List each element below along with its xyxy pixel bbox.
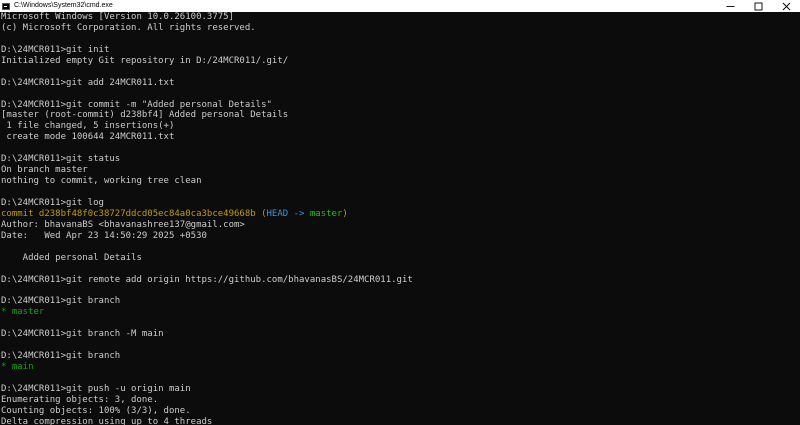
- console-line: D:\24MCR011>git commit -m "Added persona…: [1, 99, 272, 110]
- close-icon: [782, 2, 790, 10]
- console-line: Added personal Details: [1, 252, 142, 263]
- console-line: D:\24MCR011>git branch: [1, 296, 121, 307]
- console-line: create mode 100644 24MCR011.txt: [1, 132, 175, 143]
- console-line: D:\24MCR011>git push -u origin main: [1, 383, 191, 394]
- console-line: 1 file changed, 5 insertions(+): [1, 121, 175, 132]
- console-line: D:\24MCR011>git status: [1, 154, 121, 165]
- maximize-button[interactable]: [744, 0, 772, 12]
- console-line: (c) Microsoft Corporation. All rights re…: [1, 22, 256, 33]
- console-line: Counting objects: 100% (3/3), done.: [1, 405, 191, 416]
- maximize-icon: [754, 2, 762, 10]
- console-line: * main: [1, 362, 800, 373]
- console-line: [master (root-commit) d238bf4] Added per…: [1, 110, 289, 121]
- console-line: Author: bhavanaBS <bhavanashree137@gmail…: [1, 219, 245, 230]
- close-button[interactable]: [772, 0, 800, 12]
- console-text-segment: commit d238bf48f0c38727ddcd05ec84a0ca3bc…: [1, 208, 262, 219]
- console-line: D:\24MCR011>git log: [1, 197, 104, 208]
- minimize-button[interactable]: [716, 0, 744, 12]
- window-controls: [716, 0, 800, 12]
- console-text-segment: HEAD ->: [266, 208, 310, 219]
- console-line: Microsoft Windows [Version 10.0.26100.37…: [1, 12, 234, 22]
- minimize-icon: [726, 5, 734, 7]
- console-text-segment: * master: [1, 307, 45, 318]
- console-line: D:\24MCR011>git init: [1, 44, 110, 55]
- console-line: D:\24MCR011>git branch -M main: [1, 329, 164, 340]
- console-line: Enumerating objects: 3, done.: [1, 394, 159, 405]
- console-line: Delta compression using up to 4 threads: [1, 416, 213, 425]
- cmd-app-icon[interactable]: [2, 2, 10, 10]
- console-line: * master: [1, 307, 800, 318]
- console-line: commit d238bf48f0c38727ddcd05ec84a0ca3bc…: [1, 209, 800, 220]
- console-line: On branch master: [1, 165, 88, 176]
- cmd-window: C:\Windows\System32\cmd.exe Microsoft Wi…: [0, 0, 800, 425]
- console-line: Initialized empty Git repository in D:/2…: [1, 55, 289, 66]
- console-line: D:\24MCR011>git branch: [1, 351, 121, 362]
- console-text-segment: ): [342, 208, 348, 219]
- console-line: Date: Wed Apr 23 14:50:29 2025 +0530: [1, 230, 207, 241]
- console-text-segment: master: [309, 208, 343, 219]
- title-bar[interactable]: C:\Windows\System32\cmd.exe: [0, 0, 800, 12]
- console-line: D:\24MCR011>git remote add origin https:…: [1, 274, 413, 285]
- console-text-segment: * main: [1, 362, 34, 372]
- console-output[interactable]: Microsoft Windows [Version 10.0.26100.37…: [0, 12, 800, 425]
- window-title: C:\Windows\System32\cmd.exe: [14, 2, 113, 9]
- console-line: D:\24MCR011>git add 24MCR011.txt: [1, 77, 175, 88]
- console-line: nothing to commit, working tree clean: [1, 176, 202, 187]
